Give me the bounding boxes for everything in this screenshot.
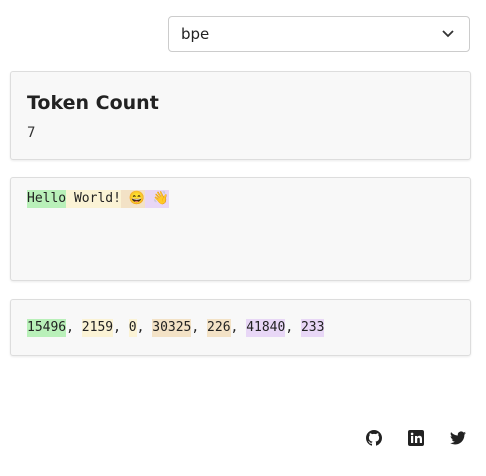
tokens-card: Hello World! 😄 👋 (10, 177, 471, 281)
tokenizer-select-value: bpe (181, 25, 210, 43)
token-chip: Hello (27, 190, 67, 208)
token-id-separator: , (285, 320, 301, 335)
token-list: Hello World! 😄 👋 (27, 190, 169, 208)
token-count-value: 7 (27, 125, 36, 141)
token-id-chip: 2159 (81, 319, 114, 337)
token-chip: 😄 (128, 190, 145, 208)
github-icon[interactable] (366, 430, 382, 446)
token-id-list: 15496, 2159, 0, 30325, 226, 41840, 233 (27, 319, 325, 337)
token-chip: ! (113, 190, 121, 208)
token-chip (144, 190, 153, 208)
twitter-icon[interactable] (450, 430, 466, 446)
token-count-card: Token Count 7 (10, 71, 471, 160)
token-id-chip: 41840 (246, 319, 286, 337)
token-chip: 👋 (152, 190, 169, 208)
token-id-separator: , (113, 320, 129, 335)
token-id-separator: , (191, 320, 208, 335)
token-id-chip: 0 (128, 319, 137, 337)
token-id-chip: 30325 (152, 319, 192, 337)
token-id-chip: 233 (300, 319, 325, 337)
token-ids-card: 15496, 2159, 0, 30325, 226, 41840, 233 (10, 299, 471, 356)
chevron-down-icon (442, 30, 454, 38)
token-id-chip: 226 (207, 319, 231, 337)
token-id-chip: 15496 (27, 319, 67, 337)
token-id-separator: , (66, 320, 82, 335)
tokenizer-select[interactable]: bpe (168, 16, 470, 52)
linkedin-icon[interactable] (408, 430, 424, 446)
token-id-separator: , (136, 320, 153, 335)
token-chip: World (66, 190, 114, 208)
token-chip (120, 190, 129, 208)
token-count-title: Token Count (27, 92, 159, 114)
token-id-separator: , (230, 320, 247, 335)
